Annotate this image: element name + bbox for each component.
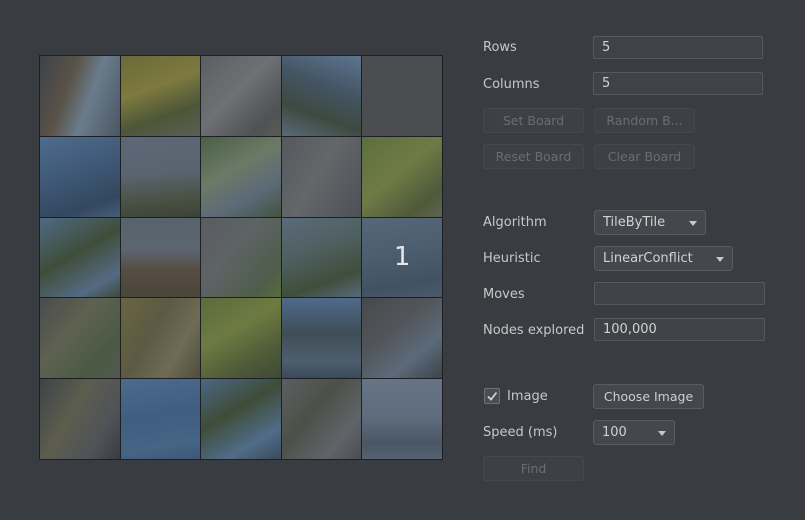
heuristic-value: LinearConflict xyxy=(603,251,693,266)
puzzle-tile[interactable] xyxy=(120,56,201,136)
checkmark-icon xyxy=(487,391,498,401)
rows-label: Rows xyxy=(483,40,517,55)
puzzle-board: 1 xyxy=(39,55,443,460)
tile-number: 1 xyxy=(393,242,411,273)
puzzle-tile[interactable] xyxy=(362,136,442,217)
moves-label: Moves xyxy=(483,287,525,302)
puzzle-tile[interactable] xyxy=(201,298,281,379)
empty-tile[interactable] xyxy=(362,56,442,136)
moves-field[interactable] xyxy=(594,282,765,305)
algorithm-select[interactable]: TileByTile xyxy=(594,210,706,235)
puzzle-tile[interactable] xyxy=(281,136,362,217)
puzzle-tile[interactable] xyxy=(40,56,120,136)
chevron-down-icon xyxy=(658,431,666,436)
puzzle-tile[interactable] xyxy=(120,298,201,379)
heuristic-select[interactable]: LinearConflict xyxy=(594,246,733,271)
puzzle-tile[interactable] xyxy=(40,298,120,379)
puzzle-tile[interactable] xyxy=(40,136,120,217)
rows-field[interactable]: 5 xyxy=(593,36,763,59)
puzzle-tile[interactable] xyxy=(40,217,120,298)
find-button[interactable]: Find xyxy=(483,456,584,481)
speed-label: Speed (ms) xyxy=(483,425,558,440)
speed-value: 100 xyxy=(602,425,627,440)
nodes-explored-field[interactable]: 100,000 xyxy=(594,318,765,341)
puzzle-tile[interactable] xyxy=(120,379,201,459)
puzzle-tile[interactable] xyxy=(281,56,362,136)
random-board-button[interactable]: Random B... xyxy=(594,108,695,133)
puzzle-tile[interactable] xyxy=(201,379,281,459)
puzzle-tile[interactable] xyxy=(120,217,201,298)
reset-board-button[interactable]: Reset Board xyxy=(483,144,584,169)
heuristic-label: Heuristic xyxy=(483,251,541,266)
columns-field[interactable]: 5 xyxy=(593,72,763,95)
clear-board-button[interactable]: Clear Board xyxy=(594,144,695,169)
puzzle-tile[interactable] xyxy=(201,136,281,217)
algorithm-value: TileByTile xyxy=(603,215,666,230)
puzzle-tile[interactable] xyxy=(201,217,281,298)
puzzle-tile[interactable] xyxy=(281,298,362,379)
chevron-down-icon xyxy=(716,257,724,262)
puzzle-tile[interactable]: 1 xyxy=(362,217,442,298)
puzzle-tile[interactable] xyxy=(362,298,442,379)
speed-select[interactable]: 100 xyxy=(593,420,675,445)
puzzle-tile[interactable] xyxy=(281,217,362,298)
image-label: Image xyxy=(507,389,548,404)
puzzle-tile[interactable] xyxy=(201,56,281,136)
puzzle-tile[interactable] xyxy=(120,136,201,217)
columns-label: Columns xyxy=(483,77,540,92)
choose-image-button[interactable]: Choose Image xyxy=(593,384,704,409)
chevron-down-icon xyxy=(689,221,697,226)
image-checkbox[interactable] xyxy=(484,388,500,404)
puzzle-tile[interactable] xyxy=(281,379,362,459)
algorithm-label: Algorithm xyxy=(483,215,547,230)
set-board-button[interactable]: Set Board xyxy=(483,108,584,133)
puzzle-tile[interactable] xyxy=(40,379,120,459)
puzzle-tile[interactable] xyxy=(362,379,442,459)
nodes-explored-label: Nodes explored xyxy=(483,323,585,338)
